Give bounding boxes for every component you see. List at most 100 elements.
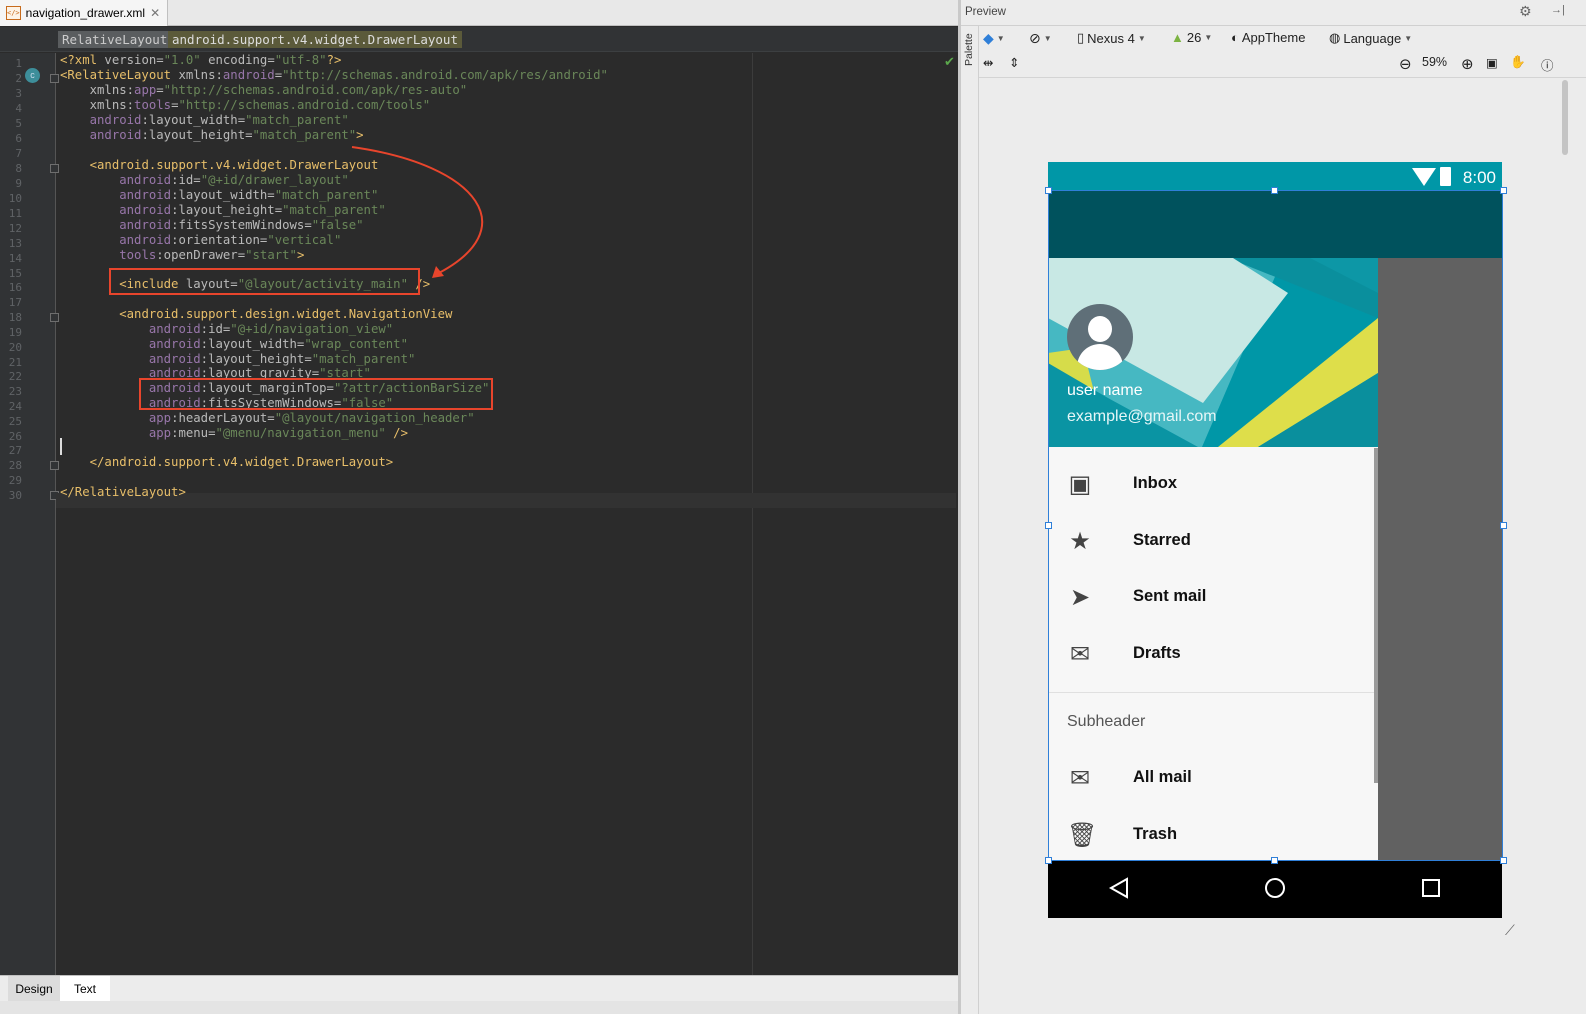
theme-button[interactable]: ◐ AppTheme [1231,30,1305,45]
line-number: 30 [8,489,22,502]
recents-icon[interactable] [1419,876,1443,900]
class-icon: c [25,68,40,83]
code-line: android:layout_width="wrap_content" [148,337,408,351]
device-dropdown[interactable]: ▯ Nexus 4 ▼ [1077,30,1146,46]
wifi-icon [1412,168,1436,186]
expand-vertical-icon[interactable]: ⇕ [1009,55,1019,70]
line-number: 3 [15,87,22,100]
warning-icon[interactable]: ⓘ [1541,55,1554,74]
theme-icon: ◐ [1231,30,1239,45]
code-line: android:layout_height="match_parent"> [89,128,364,142]
preview-title: Preview [965,6,1006,18]
api-dropdown[interactable]: ▲ 26 ▼ [1171,30,1212,45]
preview-header: Preview ⚙ →| [961,0,1586,26]
resize-handle[interactable] [1500,522,1507,529]
layers-dropdown[interactable]: ◆ ▼ [983,30,1005,47]
line-number: 14 [8,252,22,265]
preview-scrollbar[interactable] [1562,80,1568,155]
code-line: android:layout_width="match_parent" [89,113,349,127]
status-time: 8:00 [1462,168,1496,187]
pan-hand-icon[interactable]: ✋ [1510,55,1526,70]
breadcrumb-item[interactable]: android.support.v4.widget.DrawerLayout [168,31,462,48]
close-icon[interactable]: ✕ [150,6,160,20]
code-line: <android.support.v4.widget.DrawerLayout [89,158,379,172]
resize-handle[interactable] [1045,187,1052,194]
annotation-arrow [351,146,483,278]
line-number: 28 [8,459,22,472]
zoom-in-icon[interactable]: ⊕ [1461,55,1474,73]
palette-strip: Palette [961,26,979,1014]
breadcrumb-item[interactable]: RelativeLayout [58,31,172,48]
line-number: 1 [15,57,22,70]
code-area[interactable]: <?xml version="1.0" encoding="utf-8"?> <… [56,53,960,982]
device-label: Nexus 4 [1087,30,1135,46]
resize-handle[interactable] [1271,187,1278,194]
xml-file-icon: </> [6,6,21,20]
line-number: 23 [8,385,22,398]
fold-marker-icon[interactable] [50,164,59,173]
tab-design[interactable]: Design [8,976,60,1002]
globe-icon: ◍ [1329,30,1341,45]
zoom-level: 59% [1422,55,1448,69]
layers-icon: ◆ [983,30,994,46]
back-icon[interactable] [1107,876,1131,900]
code-editor: </> navigation_drawer.xml ✕ RelativeLayo… [0,0,968,1014]
editor-mode-tabs: Design Text [0,975,968,1002]
code-line: <RelativeLayout xmlns:android="http://sc… [60,68,608,82]
home-icon[interactable] [1263,876,1287,900]
resize-handle[interactable] [1045,857,1052,864]
code-line: android:layout_height="match_parent" [148,352,416,366]
language-dropdown[interactable]: ◍ Language ▼ [1329,30,1412,46]
fold-marker-icon[interactable] [50,74,59,83]
status-line [0,1001,968,1014]
line-number: 29 [8,474,22,487]
rotate-icon: ⊘ [1029,30,1041,46]
resize-handle[interactable] [1045,522,1052,529]
fold-marker-icon[interactable] [50,461,59,470]
orientation-dropdown[interactable]: ⊘ ▼ [1029,30,1052,47]
line-number: 10 [8,192,22,205]
code-line: <android.support.design.widget.Navigatio… [119,307,453,321]
file-tab-label: navigation_drawer.xml [25,6,146,20]
code-line: android:layout_width="match_parent" [119,188,379,202]
zoom-out-icon[interactable]: ⊖ [1399,55,1412,73]
code-line: <?xml version="1.0" encoding="utf-8"?> [60,53,342,67]
resize-handle[interactable] [1500,187,1507,194]
palette-tab[interactable]: Palette [963,33,975,66]
code-line: </RelativeLayout> [60,485,186,499]
line-number: 19 [8,326,22,339]
fold-marker-icon[interactable] [50,313,59,322]
line-number: 15 [8,267,22,280]
code-line: tools:openDrawer="start"> [119,248,305,262]
line-number: 22 [8,370,22,383]
code-line: android:id="@+id/drawer_layout" [119,173,349,187]
line-number: 24 [8,400,22,413]
line-number: 21 [8,356,22,369]
line-number: 11 [8,207,22,220]
line-number: 20 [8,341,22,354]
tab-text[interactable]: Text [60,976,110,1002]
expand-horizontal-icon[interactable]: ⇹ [983,55,993,70]
fit-screen-icon[interactable]: ▣ [1486,55,1498,70]
code-line: xmlns:app="http://schemas.android.com/ap… [89,83,468,97]
resize-handle[interactable] [1271,857,1278,864]
line-number: 16 [8,281,22,294]
line-number: 2 [15,72,22,85]
code-line: xmlns:tools="http://schemas.android.com/… [89,98,431,112]
highlight-box-margin [139,378,493,410]
line-number: 18 [8,311,22,324]
line-gutter: 1 2 3 4 5 6 7 8 9 10 11 12 13 14 15 16 17 18 19 20 21 22 23 24 2… [0,53,59,982]
code-line: android:orientation="vertical" [119,233,342,247]
resize-handle[interactable] [1500,857,1507,864]
battery-icon [1440,167,1451,186]
hide-panel-icon[interactable]: →| [1551,4,1565,16]
line-number: 5 [15,117,22,130]
line-number: 25 [8,415,22,428]
file-tab[interactable]: </> navigation_drawer.xml ✕ [0,0,168,26]
line-number: 13 [8,237,22,250]
phone-icon: ▯ [1077,30,1085,45]
line-number: 27 [8,444,22,457]
code-line: app:headerLayout="@layout/navigation_hea… [148,411,475,425]
gear-icon[interactable]: ⚙ [1519,3,1532,20]
canvas-resize-icon[interactable]: ⟋ [1505,922,1515,939]
